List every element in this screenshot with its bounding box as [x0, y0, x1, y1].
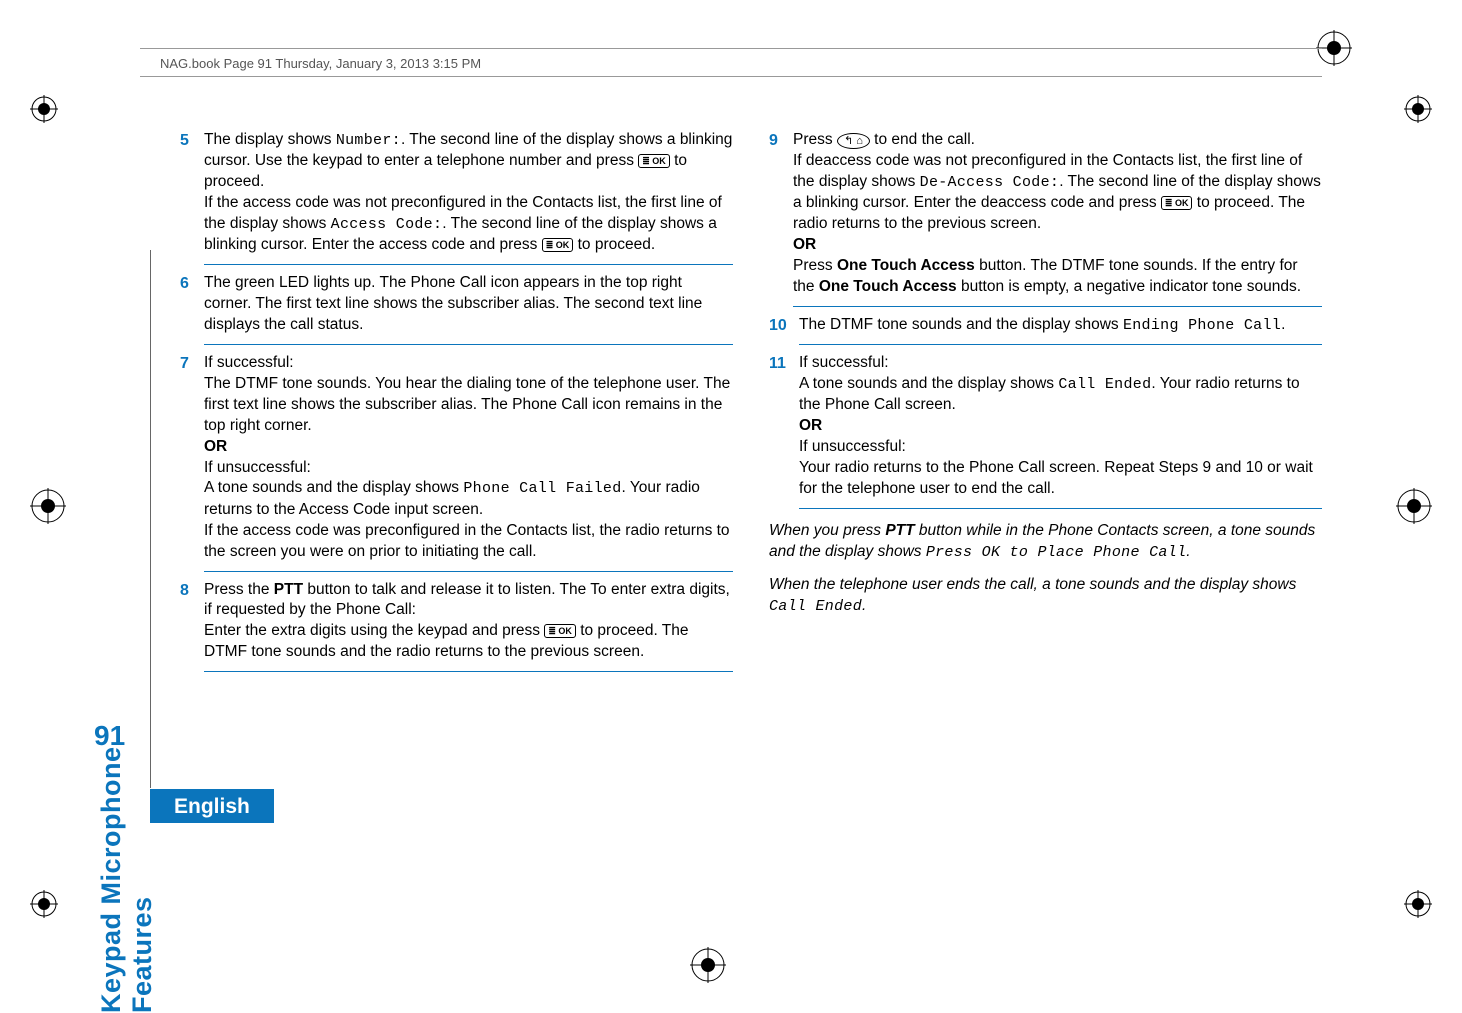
language-tab: English: [150, 789, 274, 823]
text: .: [1186, 543, 1190, 560]
ok-button-icon: ≣ OK: [542, 238, 574, 252]
step-number: 5: [180, 130, 204, 256]
ok-button-icon: ≣ OK: [638, 154, 670, 168]
text: The DTMF tone sounds and the display sho…: [799, 316, 1123, 333]
text: The display shows: [204, 131, 336, 148]
note-paragraph: When you press PTT button while in the P…: [769, 521, 1322, 563]
left-column: 5 The display shows Number:. The second …: [180, 130, 733, 680]
text: Press: [793, 257, 837, 274]
step-9: 9 Press ↰ ⌂ to end the call. If deaccess…: [769, 130, 1322, 298]
step-7: 7 If successful: The DTMF tone sounds. Y…: [180, 353, 733, 563]
step-body: The display shows Number:. The second li…: [204, 130, 733, 256]
or-label: OR: [799, 417, 822, 434]
header-rule: [140, 76, 1322, 77]
button-name: One Touch Access: [819, 278, 957, 295]
text: A tone sounds and the display shows: [799, 375, 1058, 392]
display-text: Ending Phone Call: [1123, 317, 1281, 334]
crop-mark-icon: [30, 890, 58, 918]
text: Press the: [204, 581, 274, 598]
step-body: If successful: The DTMF tone sounds. You…: [204, 353, 733, 563]
display-text: Access Code:: [331, 216, 443, 233]
crop-mark-icon: [1404, 95, 1432, 123]
step-divider: [204, 571, 733, 572]
or-label: OR: [793, 236, 816, 253]
step-body: Press ↰ ⌂ to end the call. If deaccess c…: [793, 130, 1322, 298]
text: .: [1281, 316, 1285, 333]
step-number: 7: [180, 353, 204, 563]
text: to end the call.: [870, 131, 975, 148]
text: If unsuccessful:: [204, 459, 311, 476]
display-text: Call Ended: [1058, 376, 1151, 393]
display-text: De-Access Code:: [920, 174, 1060, 191]
text: When you press: [769, 522, 885, 539]
right-column: 9 Press ↰ ⌂ to end the call. If deaccess…: [769, 130, 1322, 680]
text: to proceed.: [573, 236, 655, 253]
text: Enter the extra digits using the keypad …: [204, 622, 544, 639]
ok-button-icon: ≣ OK: [1161, 196, 1193, 210]
display-text: Phone Call Failed: [463, 480, 621, 497]
step-number: 10: [769, 315, 799, 337]
page-number: 91: [94, 720, 125, 752]
ok-button-icon: ≣ OK: [544, 624, 576, 638]
header-rule: [140, 48, 1322, 49]
step-body: The green LED lights up. The Phone Call …: [204, 273, 733, 336]
step-divider: [204, 264, 733, 265]
crop-mark-icon: [1404, 890, 1432, 918]
step-divider: [799, 344, 1322, 345]
display-text: Number:: [336, 132, 401, 149]
step-divider: [204, 671, 733, 672]
step-body: The DTMF tone sounds and the display sho…: [799, 315, 1322, 337]
main-content: 5 The display shows Number:. The second …: [180, 130, 1322, 680]
registration-mark-icon: [690, 947, 726, 983]
text: If the access code was preconfigured in …: [204, 522, 730, 560]
text: If unsuccessful:: [799, 438, 906, 455]
registration-mark-icon: [30, 488, 66, 524]
ptt-label: PTT: [274, 581, 303, 598]
text: If successful:: [799, 354, 889, 371]
ptt-label: PTT: [885, 522, 914, 539]
display-text: Call Ended: [769, 598, 862, 615]
step-divider: [799, 508, 1322, 509]
step-8: 8 Press the PTT button to talk and relea…: [180, 580, 733, 664]
registration-mark-icon: [1396, 488, 1432, 524]
step-10: 10 The DTMF tone sounds and the display …: [769, 315, 1322, 337]
step-body: Press the PTT button to talk and release…: [204, 580, 733, 664]
text: Your radio returns to the Phone Call scr…: [799, 459, 1313, 497]
text: When the telephone user ends the call, a…: [769, 576, 1296, 593]
text: If successful:: [204, 354, 294, 371]
text: The DTMF tone sounds. You hear the diali…: [204, 375, 730, 434]
step-number: 8: [180, 580, 204, 664]
step-divider: [793, 306, 1322, 307]
note-paragraph: When the telephone user ends the call, a…: [769, 575, 1322, 617]
end-call-icon: ↰ ⌂: [837, 133, 870, 149]
step-divider: [204, 344, 733, 345]
step-number: 11: [769, 353, 799, 500]
step-number: 6: [180, 273, 204, 336]
text: .: [862, 597, 866, 614]
text: A tone sounds and the display shows: [204, 479, 463, 496]
crop-mark-icon: [30, 95, 58, 123]
step-11: 11 If successful: A tone sounds and the …: [769, 353, 1322, 500]
button-name: One Touch Access: [837, 257, 975, 274]
step-body: If successful: A tone sounds and the dis…: [799, 353, 1322, 500]
step-6: 6 The green LED lights up. The Phone Cal…: [180, 273, 733, 336]
or-label: OR: [204, 438, 227, 455]
text: Press: [793, 131, 837, 148]
display-text: Press OK to Place Phone Call: [926, 544, 1186, 561]
running-header: NAG.book Page 91 Thursday, January 3, 20…: [160, 56, 481, 71]
text: button is empty, a negative indicator to…: [957, 278, 1301, 295]
step-number: 9: [769, 130, 793, 298]
step-5: 5 The display shows Number:. The second …: [180, 130, 733, 256]
